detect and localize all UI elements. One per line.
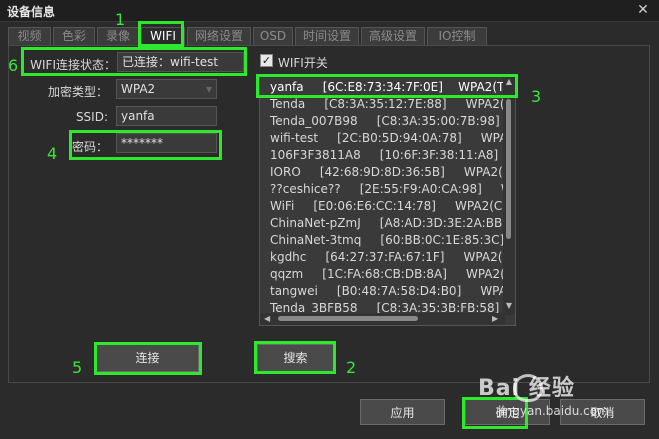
close-icon[interactable]: ✕ [635,2,651,18]
wifi-list-item[interactable]: ChinaNet-3tmq [60:BB:0C:1E:85:3C] [270,232,504,249]
tab-io[interactable]: IO控制 [427,27,487,45]
wifi-list-item[interactable]: Tenda_007B98 [C8:3A:35:00:7B:98] [270,113,500,130]
wifi-switch-label: WIFI开关 [278,56,328,70]
watermark-brand: Bai 经验 [478,376,575,401]
wifi-list[interactable]: yanfa [6C:E8:73:34:7F:0E] WPA2(TK Tenda … [259,74,516,326]
tab-advanced[interactable]: 高级设置 [361,27,425,45]
wifi-list-item[interactable]: 106F3F3811A8 [10:6F:3F:38:11:A8] I [270,147,515,164]
password-input[interactable]: ******* [116,133,217,153]
password-label: 密码： [71,140,108,154]
window-title: 设备信息 [7,5,56,19]
scroll-up-icon[interactable]: ▲ [503,77,515,86]
wifi-list-item[interactable]: yanfa [6C:E8:73:34:7F:0E] WPA2(TK [270,79,512,96]
annotation-number: 5 [72,358,83,377]
tab-network[interactable]: 网络设置 [187,27,251,45]
title-bar: 设备信息 ✕ [0,0,659,22]
scroll-left-icon[interactable]: ◀ [264,313,270,325]
horizontal-scrollbar[interactable]: ◀ ▶ [260,313,505,325]
annotation-number: 2 [346,358,357,377]
annotation-number: 4 [47,144,58,163]
tab-time[interactable]: 时间设置 [295,27,359,45]
connect-button[interactable]: 连接 [96,344,199,372]
vertical-scrollbar[interactable]: ▲ ▼ [503,75,515,315]
scroll-right-icon[interactable]: ▶ [492,313,498,325]
wifi-switch-checkbox[interactable]: ✓ [260,54,273,67]
scroll-down-icon[interactable]: ▼ [503,301,515,310]
encrypt-label: 加密类型： [47,85,108,99]
horizontal-scroll-thumb[interactable] [278,316,418,321]
encrypt-select[interactable]: WPA2 [116,79,217,99]
vertical-scroll-thumb[interactable] [506,99,511,239]
annotation-number: 6 [8,56,19,75]
wifi-list-item[interactable]: WiFi [E0:06:E6:CC:14:78] WPA2(CCM [270,198,515,215]
tab-record[interactable]: 录像 [97,27,139,45]
tab-video[interactable]: 视频 [8,27,51,45]
apply-button[interactable]: 应用 [360,399,445,425]
watermark-url: jingyan.baidu.com [498,404,609,418]
tab-wifi[interactable]: WIFI [141,27,185,45]
ssid-label: SSID: [75,110,108,124]
wifi-list-item[interactable]: tangwei [B0:48:7A:58:D4:B0] WPA2( [270,283,515,300]
wifi-list-item[interactable]: kgdhc [64:27:37:FA:67:1F] WPA2(CC [270,249,515,266]
wifi-list-item[interactable]: qqzm [1C:FA:68:CB:DB:8A] WPA2(CC [270,266,515,283]
wifi-list-item[interactable]: Tenda [C8:3A:35:12:7E:88] WPA2(CC [270,96,515,113]
annotation-number: 1 [115,10,126,29]
status-field: 已连接：wifi-test [117,52,244,72]
wifi-list-item[interactable]: ChinaNet-pZmJ [A8:AD:3D:3E:2A:BB] [270,215,507,232]
wifi-list-item[interactable]: ??ceshice?? [2E:55:F9:A0:CA:98] WP [270,181,515,198]
wifi-list-item[interactable]: IORO [42:68:9D:8D:36:5B] WPA2(CC [270,164,515,181]
wifi-list-item[interactable]: wifi-test [2C:B0:5D:94:0A:78] WPA2( [270,130,515,147]
tab-color[interactable]: 色彩 [53,27,95,45]
status-label: WIFI连接状态： [30,58,116,72]
tab-osd[interactable]: OSD [253,27,293,45]
search-button[interactable]: 搜索 [257,344,334,372]
ssid-input[interactable]: yanfa [116,106,217,126]
annotation-number: 3 [531,87,542,106]
